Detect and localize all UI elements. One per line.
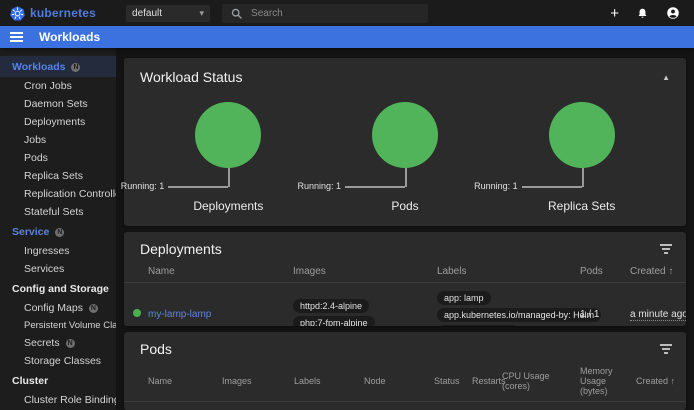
chart-title: Deployments	[193, 199, 263, 213]
image-chip: httpd:2.4-alpine	[293, 299, 369, 313]
pod-cpu-usage: -	[502, 402, 580, 410]
deployments-pie	[195, 102, 261, 168]
page-title: Workloads	[39, 30, 100, 44]
pods-table: Name Images Labels Node Status Restarts …	[124, 361, 686, 410]
sidebar-item-cluster-role-bindings[interactable]: Cluster Role Bindings	[0, 391, 116, 409]
chart-legend: Running: 1	[121, 181, 165, 191]
pod-row[interactable]: my-lamp-lamp-5fd985cf68-jwvz4 httpd:2.4-…	[124, 402, 686, 410]
pod-memory-usage: -	[580, 402, 636, 410]
label-chip: app.kubernetes.io/managed-by: Helm	[437, 308, 601, 322]
create-resource-button[interactable]: +	[610, 6, 619, 21]
sort-ascending-icon: ↑	[671, 376, 676, 386]
sidebar-item-config-maps[interactable]: Config Maps N	[0, 299, 116, 317]
sidebar-item-service[interactable]: Service N	[0, 221, 116, 242]
kubernetes-logo[interactable]: kubernetes	[10, 6, 96, 21]
filter-icon[interactable]	[660, 341, 672, 356]
pods-title: Pods	[140, 341, 172, 357]
sidebar-item-storage-classes[interactable]: Storage Classes	[0, 352, 116, 370]
pods-status-chart: Running: 1 Pods	[317, 89, 494, 213]
namespaced-badge-icon: N	[66, 339, 75, 348]
column-header-created[interactable]: Created ↑	[630, 261, 686, 283]
sidebar-header-config-and-storage: Config and Storage	[0, 278, 116, 299]
column-header-restarts[interactable]: Restarts	[472, 361, 502, 402]
collapse-card-icon[interactable]: ▲	[662, 73, 670, 82]
namespace-select[interactable]: default ▾	[126, 5, 210, 22]
replica-sets-pie	[549, 102, 615, 168]
workload-status-title: Workload Status	[140, 69, 242, 85]
chart-legend: Running: 1	[297, 181, 341, 191]
sidebar-item-replication-controllers[interactable]: Replication Controllers	[0, 185, 116, 203]
chart-legend: Running: 1	[474, 181, 518, 191]
column-header-name[interactable]: Name	[148, 261, 293, 283]
column-header-memory-usage[interactable]: Memory Usage (bytes)	[580, 361, 636, 402]
user-account-icon[interactable]	[666, 6, 680, 20]
deployments-table: Name Images Labels Pods Created ↑ my-lam…	[124, 261, 686, 326]
created-timestamp: a minute ago	[630, 309, 686, 321]
column-header-pods[interactable]: Pods	[580, 261, 630, 283]
sidebar-item-pods[interactable]: Pods	[0, 149, 116, 167]
chart-title: Pods	[391, 199, 418, 213]
column-header-images[interactable]: Images	[293, 261, 437, 283]
sidebar-item-ingresses[interactable]: Ingresses	[0, 242, 116, 260]
deployment-row[interactable]: my-lamp-lamp httpd:2.4-alpine php:7-fpm-…	[124, 283, 686, 327]
column-header-labels[interactable]: Labels	[294, 361, 364, 402]
namespaced-badge-icon: N	[55, 228, 64, 237]
sidebar-item-jobs[interactable]: Jobs	[0, 131, 116, 149]
sidebar-item-cron-jobs[interactable]: Cron Jobs	[0, 77, 116, 95]
label-chip: app: lamp	[437, 291, 491, 305]
sidebar-item-deployments[interactable]: Deployments	[0, 113, 116, 131]
column-header-created[interactable]: Created ↑	[636, 361, 686, 402]
namespaced-badge-icon: N	[89, 304, 98, 313]
deployments-title: Deployments	[140, 241, 222, 257]
column-header-images[interactable]: Images	[222, 361, 294, 402]
pods-card: Pods Name Images Labels Node Status Rest…	[124, 332, 686, 410]
search-input[interactable]	[251, 8, 420, 19]
chart-title: Replica Sets	[548, 199, 615, 213]
kubernetes-helm-icon	[10, 6, 25, 21]
sort-ascending-icon: ↑	[668, 266, 673, 277]
image-chip: php:7-fpm-alpine	[293, 316, 375, 326]
search-box[interactable]	[222, 4, 428, 23]
status-ok-icon	[133, 309, 141, 317]
column-header-status[interactable]: Status	[434, 361, 472, 402]
label-chip: chart: lamp-1.1.5	[437, 325, 519, 327]
column-header-cpu-usage[interactable]: CPU Usage (cores)	[502, 361, 580, 402]
chevron-down-icon: ▾	[200, 9, 205, 18]
sidebar-item-persistent-volume-claims[interactable]: Persistent Volume Claims N	[0, 317, 116, 334]
pods-ready-count: 1 / 1	[580, 283, 630, 327]
top-actions: +	[610, 6, 684, 21]
namespace-value: default	[132, 8, 199, 19]
notifications-bell-icon[interactable]	[636, 7, 649, 20]
deployment-name-link[interactable]: my-lamp-lamp	[148, 309, 211, 320]
workload-status-card: Workload Status ▲ Running: 1 Deployments	[124, 58, 686, 226]
sidebar-item-secrets[interactable]: Secrets N	[0, 334, 116, 352]
sidebar-item-stateful-sets[interactable]: Stateful Sets	[0, 203, 116, 221]
main-content: Workload Status ▲ Running: 1 Deployments	[116, 48, 694, 410]
sidebar-header-cluster: Cluster	[0, 370, 116, 391]
hamburger-menu-icon[interactable]	[10, 32, 23, 42]
pod-node: lke55127-86393-622f8d09399a	[364, 402, 434, 410]
namespaced-badge-icon: N	[71, 63, 80, 72]
pod-restarts: 0	[472, 402, 502, 410]
deployments-card: Deployments Name Images Labels Pods Crea…	[124, 232, 686, 326]
search-icon	[230, 7, 243, 20]
app-bar: Workloads	[0, 26, 694, 48]
sidebar-item-services[interactable]: Services	[0, 260, 116, 278]
column-header-name[interactable]: Name	[148, 361, 222, 402]
sidebar-item-workloads[interactable]: Workloads N	[0, 56, 116, 77]
sidebar-item-replica-sets[interactable]: Replica Sets	[0, 167, 116, 185]
sidebar: Workloads N Cron Jobs Daemon Sets Deploy…	[0, 48, 116, 410]
logo-text: kubernetes	[30, 6, 96, 20]
pods-pie	[372, 102, 438, 168]
replica-sets-status-chart: Running: 1 Replica Sets	[493, 89, 670, 213]
column-header-labels[interactable]: Labels	[437, 261, 580, 283]
filter-icon[interactable]	[660, 241, 672, 256]
top-bar: kubernetes default ▾ +	[0, 0, 694, 26]
sidebar-item-daemon-sets[interactable]: Daemon Sets	[0, 95, 116, 113]
column-header-node[interactable]: Node	[364, 361, 434, 402]
deployments-status-chart: Running: 1 Deployments	[140, 89, 317, 213]
pod-status: Running	[434, 402, 472, 410]
